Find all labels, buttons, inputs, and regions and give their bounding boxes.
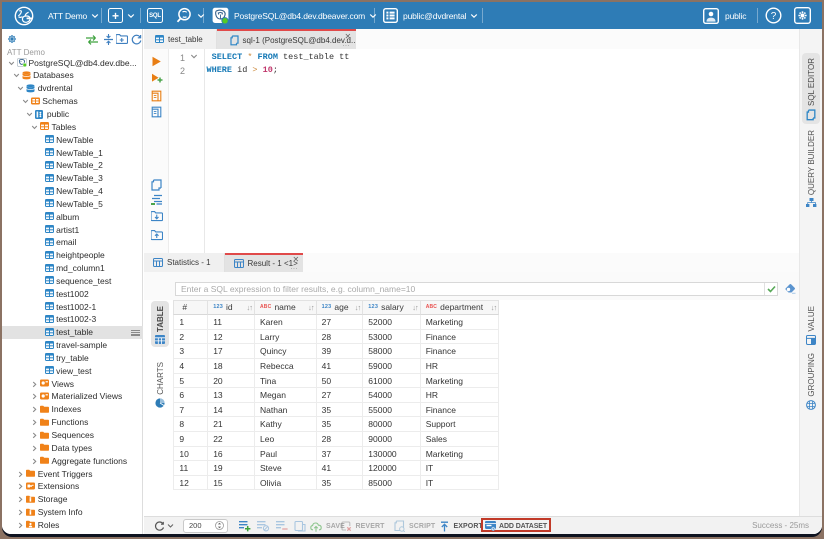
svg-text:?: ? [771,11,777,22]
